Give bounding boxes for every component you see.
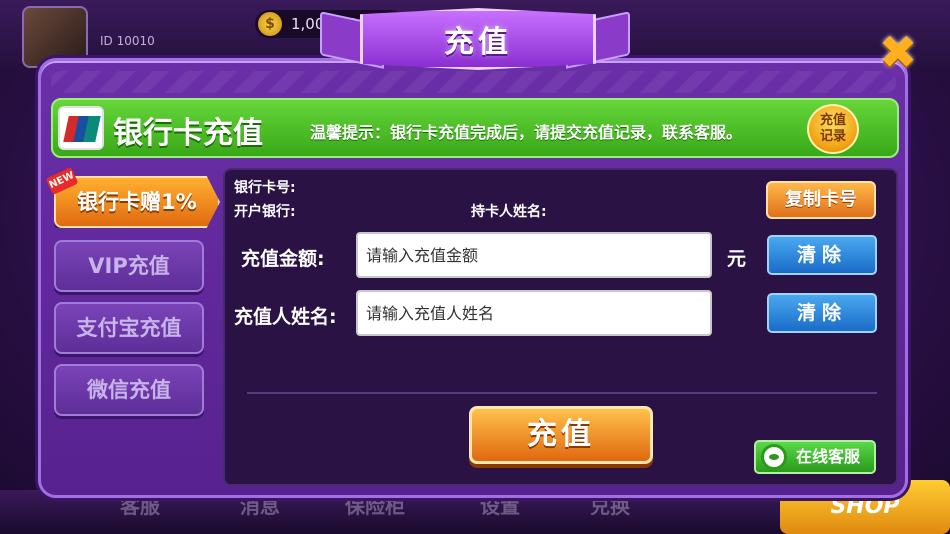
banner-tip: 温馨提示：银行卡充值完成后，请提交充值记录，联系客服。 xyxy=(310,123,743,142)
clear-name-button[interactable]: 清除 xyxy=(767,293,877,333)
card-holder-label: 持卡人姓名: xyxy=(471,204,547,220)
coin-icon: $ xyxy=(258,12,282,36)
record-line2: 记录 xyxy=(819,129,846,144)
unionpay-logo-icon xyxy=(58,106,104,150)
bank-name-label: 开户银行: xyxy=(234,204,296,220)
banner-title: 银行卡充值 xyxy=(113,116,263,151)
copy-card-number-button[interactable]: 复制卡号 xyxy=(766,181,876,219)
amount-unit: 元 xyxy=(727,248,747,270)
submit-recharge-button[interactable]: 充值 xyxy=(469,406,653,464)
player-id: ID 10010 xyxy=(100,34,155,48)
record-line1: 充值 xyxy=(819,113,846,128)
card-number-label: 银行卡号: xyxy=(234,180,296,196)
amount-label: 充值金额: xyxy=(241,248,325,270)
headset-icon xyxy=(761,444,787,470)
dialog-title-ribbon: 充值 xyxy=(320,4,630,70)
payer-name-label: 充值人姓名: xyxy=(234,306,337,328)
recharge-record-button[interactable]: 充值 记录 xyxy=(807,104,859,154)
dialog-title: 充值 xyxy=(444,25,512,60)
form-divider xyxy=(247,392,877,394)
tab-vip[interactable]: VIP充值 xyxy=(54,240,204,292)
tab-wechat[interactable]: 微信充值 xyxy=(54,364,204,416)
payer-name-input[interactable] xyxy=(356,290,712,336)
tab-bank-card[interactable]: 银行卡赠1% xyxy=(54,176,220,228)
amount-input[interactable] xyxy=(356,232,712,278)
panel-pattern xyxy=(51,71,896,93)
tab-alipay[interactable]: 支付宝充值 xyxy=(54,302,204,354)
clear-amount-button[interactable]: 清除 xyxy=(767,235,877,275)
close-icon[interactable]: ✖ xyxy=(874,25,922,79)
ribbon-main: 充值 xyxy=(360,8,596,70)
